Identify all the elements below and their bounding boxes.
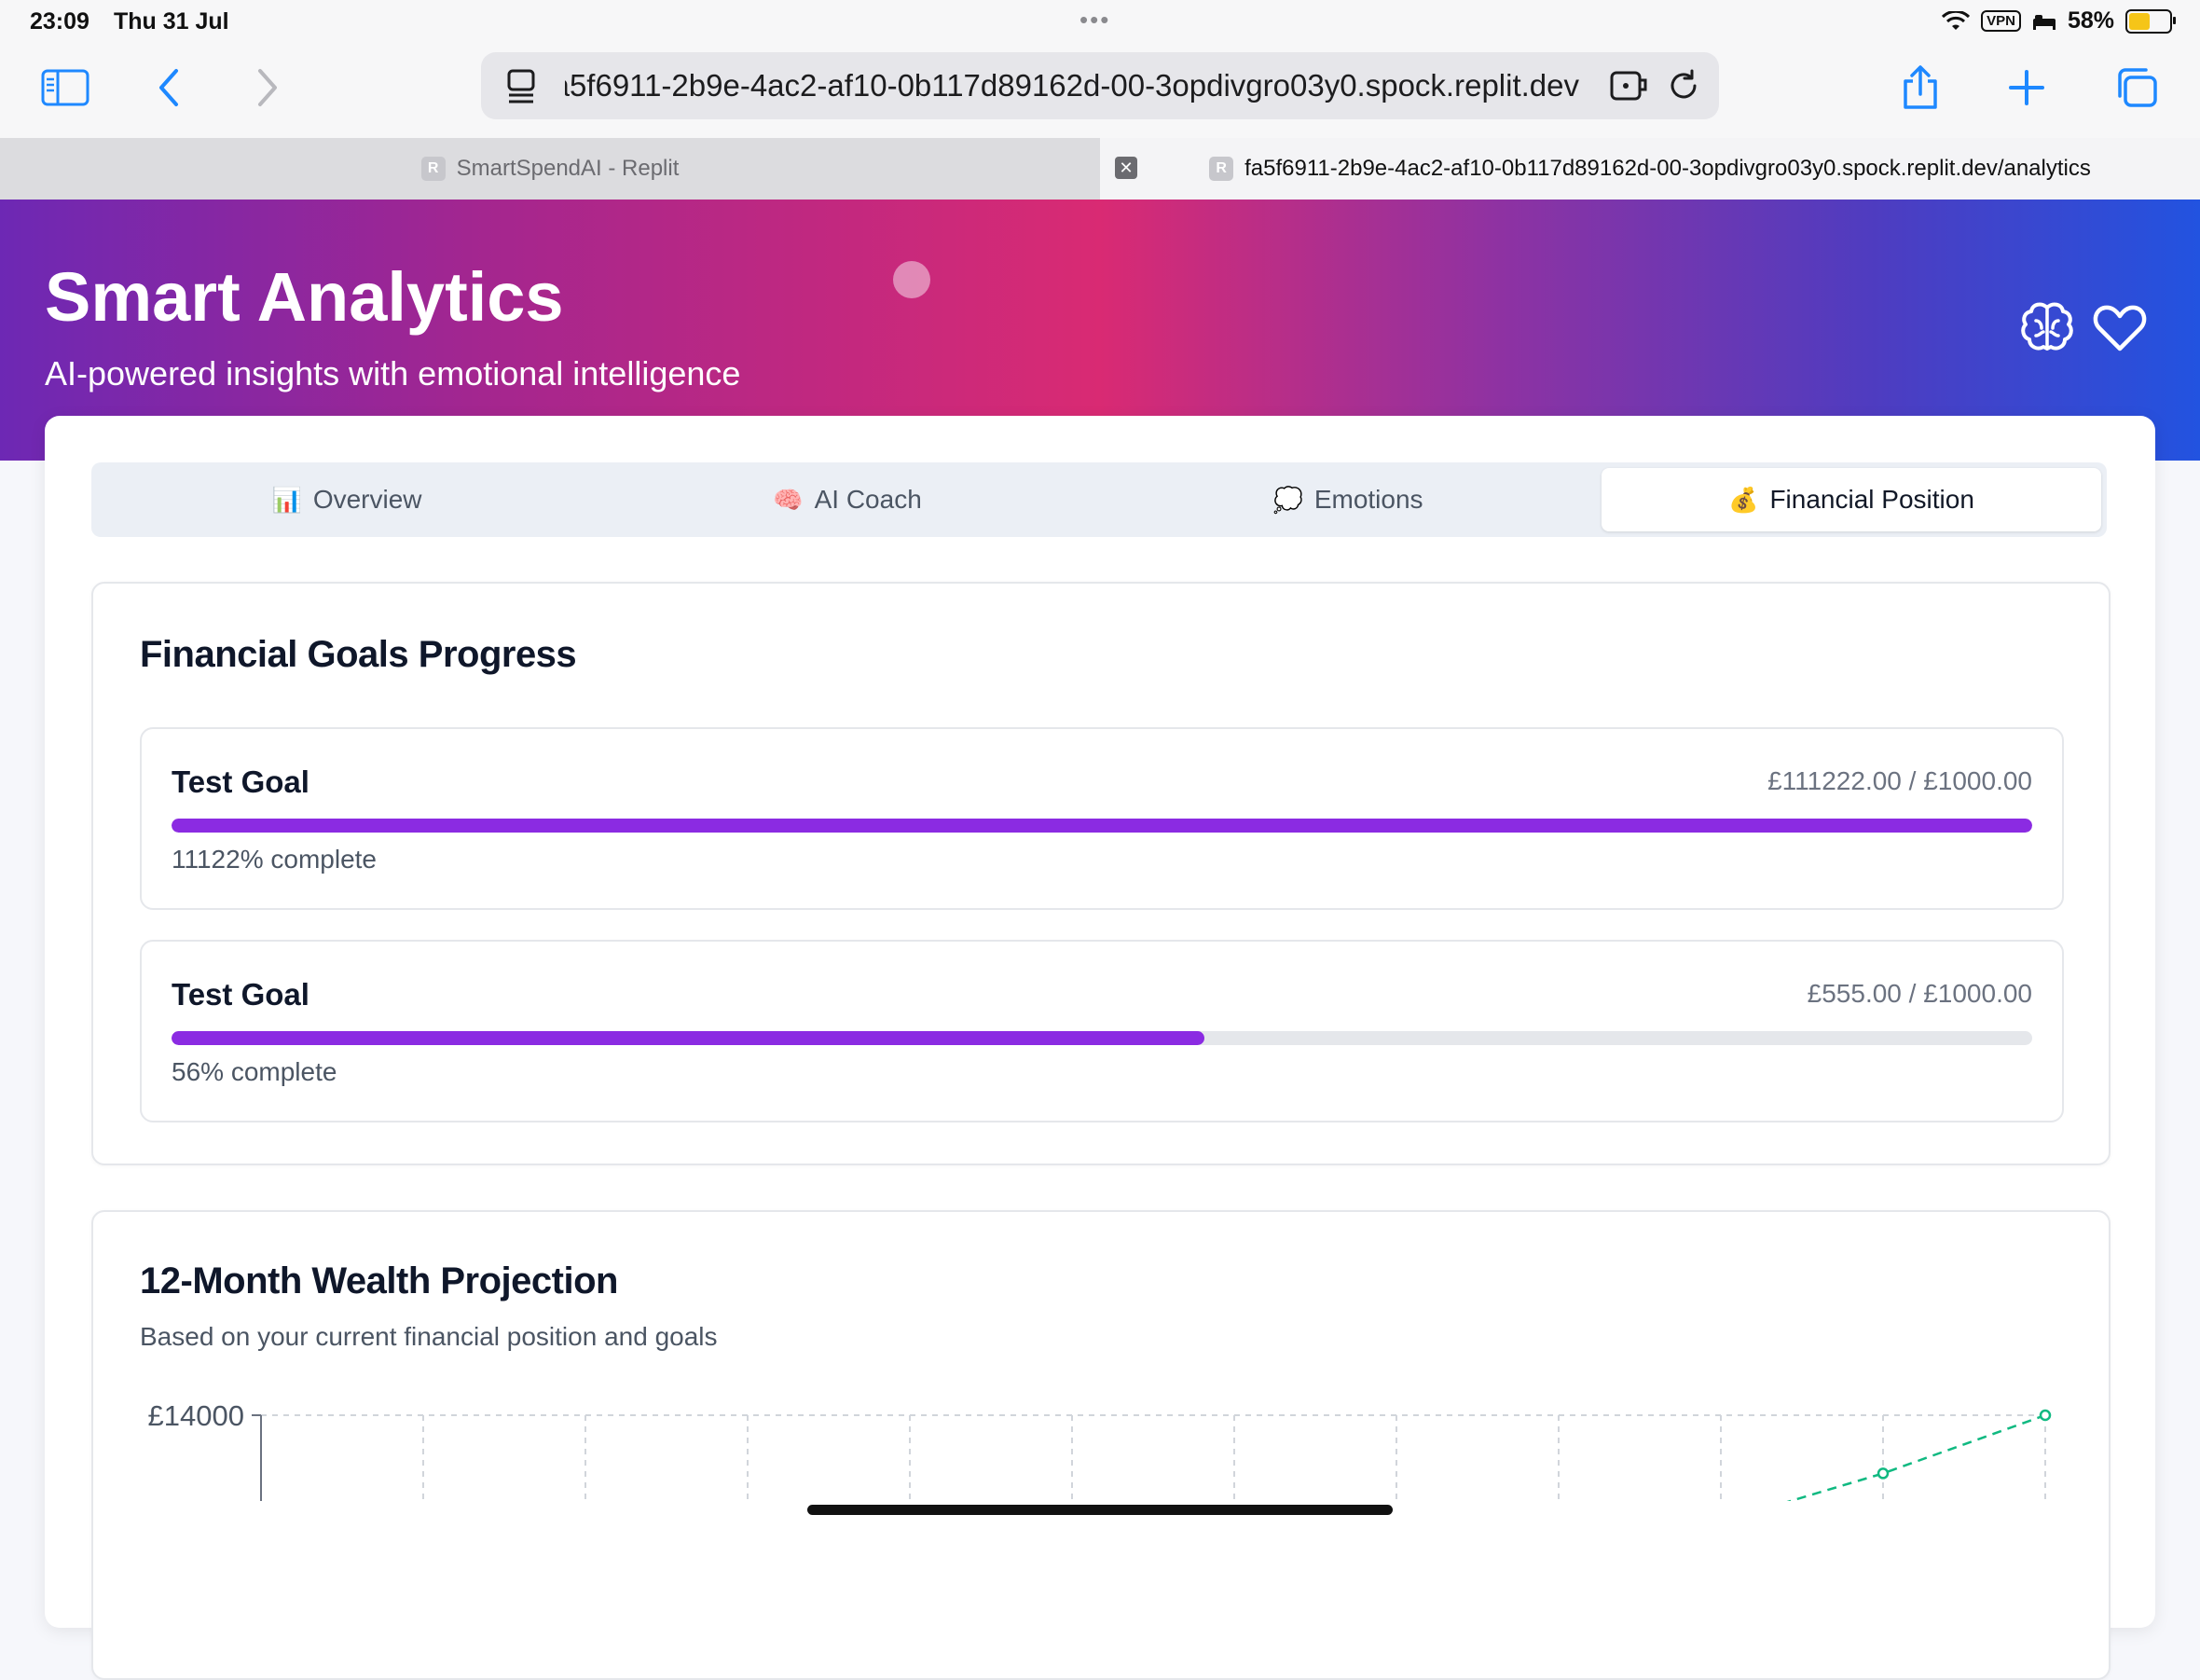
goal-status: 56% complete — [172, 1057, 337, 1086]
status-time: 23:09 — [30, 8, 89, 34]
page-subtitle: AI-powered insights with emotional intel… — [45, 354, 741, 392]
tab-overview[interactable]: 📊 Overview — [97, 468, 597, 531]
url-text[interactable]: fa5f6911-2b9e-4ac2-af10-0b117d89162d-00-… — [565, 68, 1579, 103]
forward-icon[interactable] — [237, 62, 296, 114]
heart-icon[interactable] — [2090, 298, 2150, 358]
tab-financial-position[interactable]: 💰 Financial Position — [1602, 468, 2101, 531]
goal-name: Test Goal — [172, 764, 309, 799]
projection-section-title: 12-Month Wealth Projection — [140, 1260, 618, 1301]
money-bag-icon: 💰 — [1728, 485, 1759, 514]
brain-emoji-icon: 🧠 — [773, 485, 804, 514]
touch-indicator — [893, 261, 930, 298]
battery-percent: 58% — [2067, 7, 2114, 34]
projection-point — [2039, 1409, 2052, 1422]
projection-section: 12-Month Wealth Projection Based on your… — [91, 1210, 2111, 1680]
wifi-icon — [1942, 10, 1971, 30]
tab-title: SmartSpendAI - Replit — [456, 156, 680, 181]
tab-label: AI Coach — [814, 485, 922, 514]
projection-subtitle: Based on your current financial position… — [140, 1322, 718, 1351]
goal-amount: £555.00 / £1000.00 — [1807, 979, 2032, 1008]
projection-line — [1786, 1413, 2046, 1501]
main-card: 📊 Overview 🧠 AI Coach 💭 Emotions 💰 Finan… — [45, 416, 2155, 1680]
thought-bubble-icon: 💭 — [1272, 485, 1303, 514]
share-icon[interactable] — [1891, 62, 1950, 114]
status-bar: 23:09 Thu 31 Jul ••• VPN 58% — [0, 0, 2200, 45]
analytics-tabs: 📊 Overview 🧠 AI Coach 💭 Emotions 💰 Finan… — [91, 462, 2107, 537]
address-bar[interactable]: fa5f6911-2b9e-4ac2-af10-0b117d89162d-00-… — [481, 52, 1719, 119]
replit-favicon: R — [1209, 157, 1234, 181]
bed-icon — [2032, 14, 2056, 30]
page-menu-icon[interactable] — [505, 69, 539, 104]
goal-card[interactable]: Test Goal £111222.00 / £1000.00 11122% c… — [140, 727, 2064, 910]
goals-section: Financial Goals Progress Test Goal £1112… — [91, 582, 2111, 1165]
y-tick-label: £14000 — [148, 1399, 244, 1432]
goal-card[interactable]: Test Goal £555.00 / £1000.00 56% complet… — [140, 940, 2064, 1122]
tab-strip: R SmartSpendAI - Replit ✕ R fa5f6911-2b9… — [0, 138, 2200, 200]
tab-label: Financial Position — [1769, 485, 1974, 514]
bar-chart-icon: 📊 — [271, 485, 302, 514]
replit-favicon: R — [420, 157, 446, 181]
browser-toolbar: fa5f6911-2b9e-4ac2-af10-0b117d89162d-00-… — [0, 45, 2200, 138]
new-tab-icon[interactable] — [1997, 62, 2056, 114]
page-title: Smart Analytics — [45, 258, 564, 336]
browser-tab-smartspendai[interactable]: R SmartSpendAI - Replit — [0, 138, 1100, 200]
sidebar-toggle-icon[interactable] — [35, 62, 95, 114]
browser-tab-analytics[interactable]: ✕ R fa5f6911-2b9e-4ac2-af10-0b117d89162d… — [1100, 138, 2200, 200]
status-indicators: VPN 58% — [1942, 7, 2176, 34]
extension-icon[interactable] — [1609, 67, 1650, 104]
wealth-projection-chart: £14000 — [148, 1399, 2052, 1501]
tab-label: Overview — [312, 485, 422, 514]
battery-icon — [2125, 8, 2176, 34]
tab-title: fa5f6911-2b9e-4ac2-af10-0b117d89162d-00-… — [1244, 156, 2091, 181]
projection-point — [1877, 1467, 1890, 1480]
back-icon[interactable] — [140, 62, 199, 114]
goal-status: 11122% complete — [172, 845, 377, 874]
goal-amount: £111222.00 / £1000.00 — [1767, 766, 2032, 795]
goal-progress-bar — [172, 1031, 2032, 1045]
brain-icon[interactable] — [2017, 298, 2077, 358]
goal-progress-bar — [172, 819, 2032, 833]
goals-section-title: Financial Goals Progress — [140, 634, 577, 675]
goal-progress-fill — [172, 1031, 1204, 1045]
reload-icon[interactable] — [1667, 69, 1700, 103]
goal-progress-fill — [172, 819, 2032, 833]
goal-name: Test Goal — [172, 977, 309, 1012]
tab-overview-icon[interactable] — [2107, 62, 2166, 114]
tab-ai-coach[interactable]: 🧠 AI Coach — [598, 468, 1097, 531]
close-tab-icon[interactable]: ✕ — [1115, 157, 1137, 179]
tab-emotions[interactable]: 💭 Emotions — [1098, 468, 1598, 531]
vpn-badge: VPN — [1981, 10, 2021, 32]
status-date: Thu 31 Jul — [114, 8, 229, 34]
tab-label: Emotions — [1313, 485, 1423, 514]
battery-level — [2129, 12, 2151, 30]
multitasking-dots-icon[interactable]: ••• — [1079, 6, 1110, 34]
home-indicator — [807, 1505, 1393, 1515]
